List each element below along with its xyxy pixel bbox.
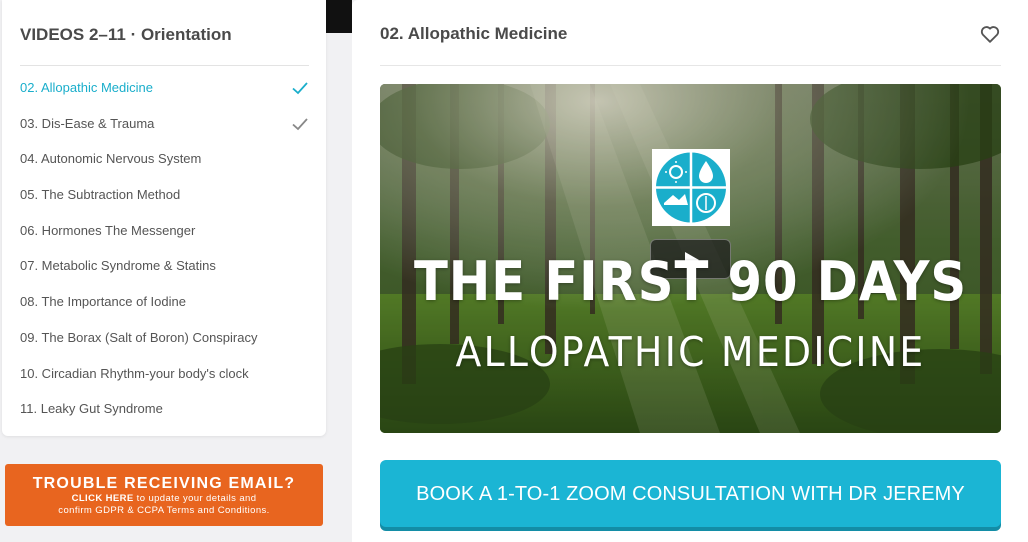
lesson-item[interactable]: 07. Metabolic Syndrome & Statins — [20, 248, 309, 284]
lesson-label: 10. Circadian Rhythm-your body's clock — [20, 365, 249, 381]
lesson-item[interactable]: 06. Hormones The Messenger — [20, 213, 309, 249]
lesson-title: 02. Allopathic Medicine — [380, 24, 568, 43]
banner-headline: TROUBLE RECEIVING EMAIL? — [32, 475, 296, 492]
lesson-list: 02. Allopathic Medicine 03. Dis-Ease & Tr… — [20, 70, 309, 427]
lesson-header: 02. Allopathic Medicine — [380, 0, 1001, 66]
lesson-item[interactable]: 02. Allopathic Medicine — [20, 70, 309, 106]
banner-click-here[interactable]: CLICK HERE — [72, 493, 134, 504]
check-icon — [292, 82, 308, 95]
lesson-label: 06. Hormones The Messenger — [20, 222, 196, 238]
check-icon — [292, 118, 308, 130]
lesson-item[interactable]: 08. The Importance of Iodine — [20, 284, 309, 320]
banner-line-1-rest: to update your details and — [133, 493, 257, 504]
main-panel: 02. Allopathic Medicine THE FIRST 90 DAY… — [352, 0, 1028, 542]
email-trouble-banner[interactable]: TROUBLE RECEIVING EMAIL? CLICK HERE to u… — [5, 464, 323, 526]
video-player[interactable]: THE FIRST 90 DAYS ALLOPATHIC MEDICINE — [380, 84, 1001, 433]
lesson-item[interactable]: 03. Dis-Ease & Trauma — [20, 106, 309, 142]
lesson-label: 03. Dis-Ease & Trauma — [20, 115, 155, 131]
heart-icon[interactable] — [979, 23, 1001, 45]
lesson-item[interactable]: 11. Leaky Gut Syndrome — [20, 391, 309, 427]
video-title-line-2: ALLOPATHIC MEDICINE — [455, 328, 926, 376]
lesson-label: 08. The Importance of Iodine — [20, 294, 186, 310]
lesson-label: 11. Leaky Gut Syndrome — [20, 401, 163, 417]
lesson-item[interactable]: 09. The Borax (Salt of Boron) Conspiracy — [20, 320, 309, 356]
lesson-label: 05. The Subtraction Method — [20, 187, 181, 203]
lesson-item[interactable]: 10. Circadian Rhythm-your body's clock — [20, 356, 309, 392]
video-title-line-1: THE FIRST 90 DAYS — [413, 250, 968, 313]
lesson-item[interactable]: 04. Autonomic Nervous System — [20, 141, 309, 177]
banner-line-2: confirm GDPR & CCPA Terms and Conditions… — [58, 505, 270, 516]
lesson-label: 02. Allopathic Medicine — [20, 80, 153, 95]
lesson-label: 09. The Borax (Salt of Boron) Conspiracy — [20, 329, 258, 345]
lesson-label: 07. Metabolic Syndrome & Statins — [20, 258, 216, 274]
book-consultation-button[interactable]: BOOK A 1-TO-1 ZOOM CONSULTATION WITH DR … — [380, 460, 1001, 527]
lesson-item[interactable]: 05. The Subtraction Method — [20, 177, 309, 213]
banner-line-1: CLICK HERE to update your details and — [5, 493, 323, 505]
lesson-label: 04. Autonomic Nervous System — [20, 151, 202, 167]
lesson-sidebar: VIDEOS 2–11 · Orientation 02. Allopathic… — [2, 0, 326, 436]
sidebar-title: VIDEOS 2–11 · Orientation — [20, 0, 309, 66]
window-edge — [326, 0, 352, 33]
program-logo — [652, 149, 730, 226]
